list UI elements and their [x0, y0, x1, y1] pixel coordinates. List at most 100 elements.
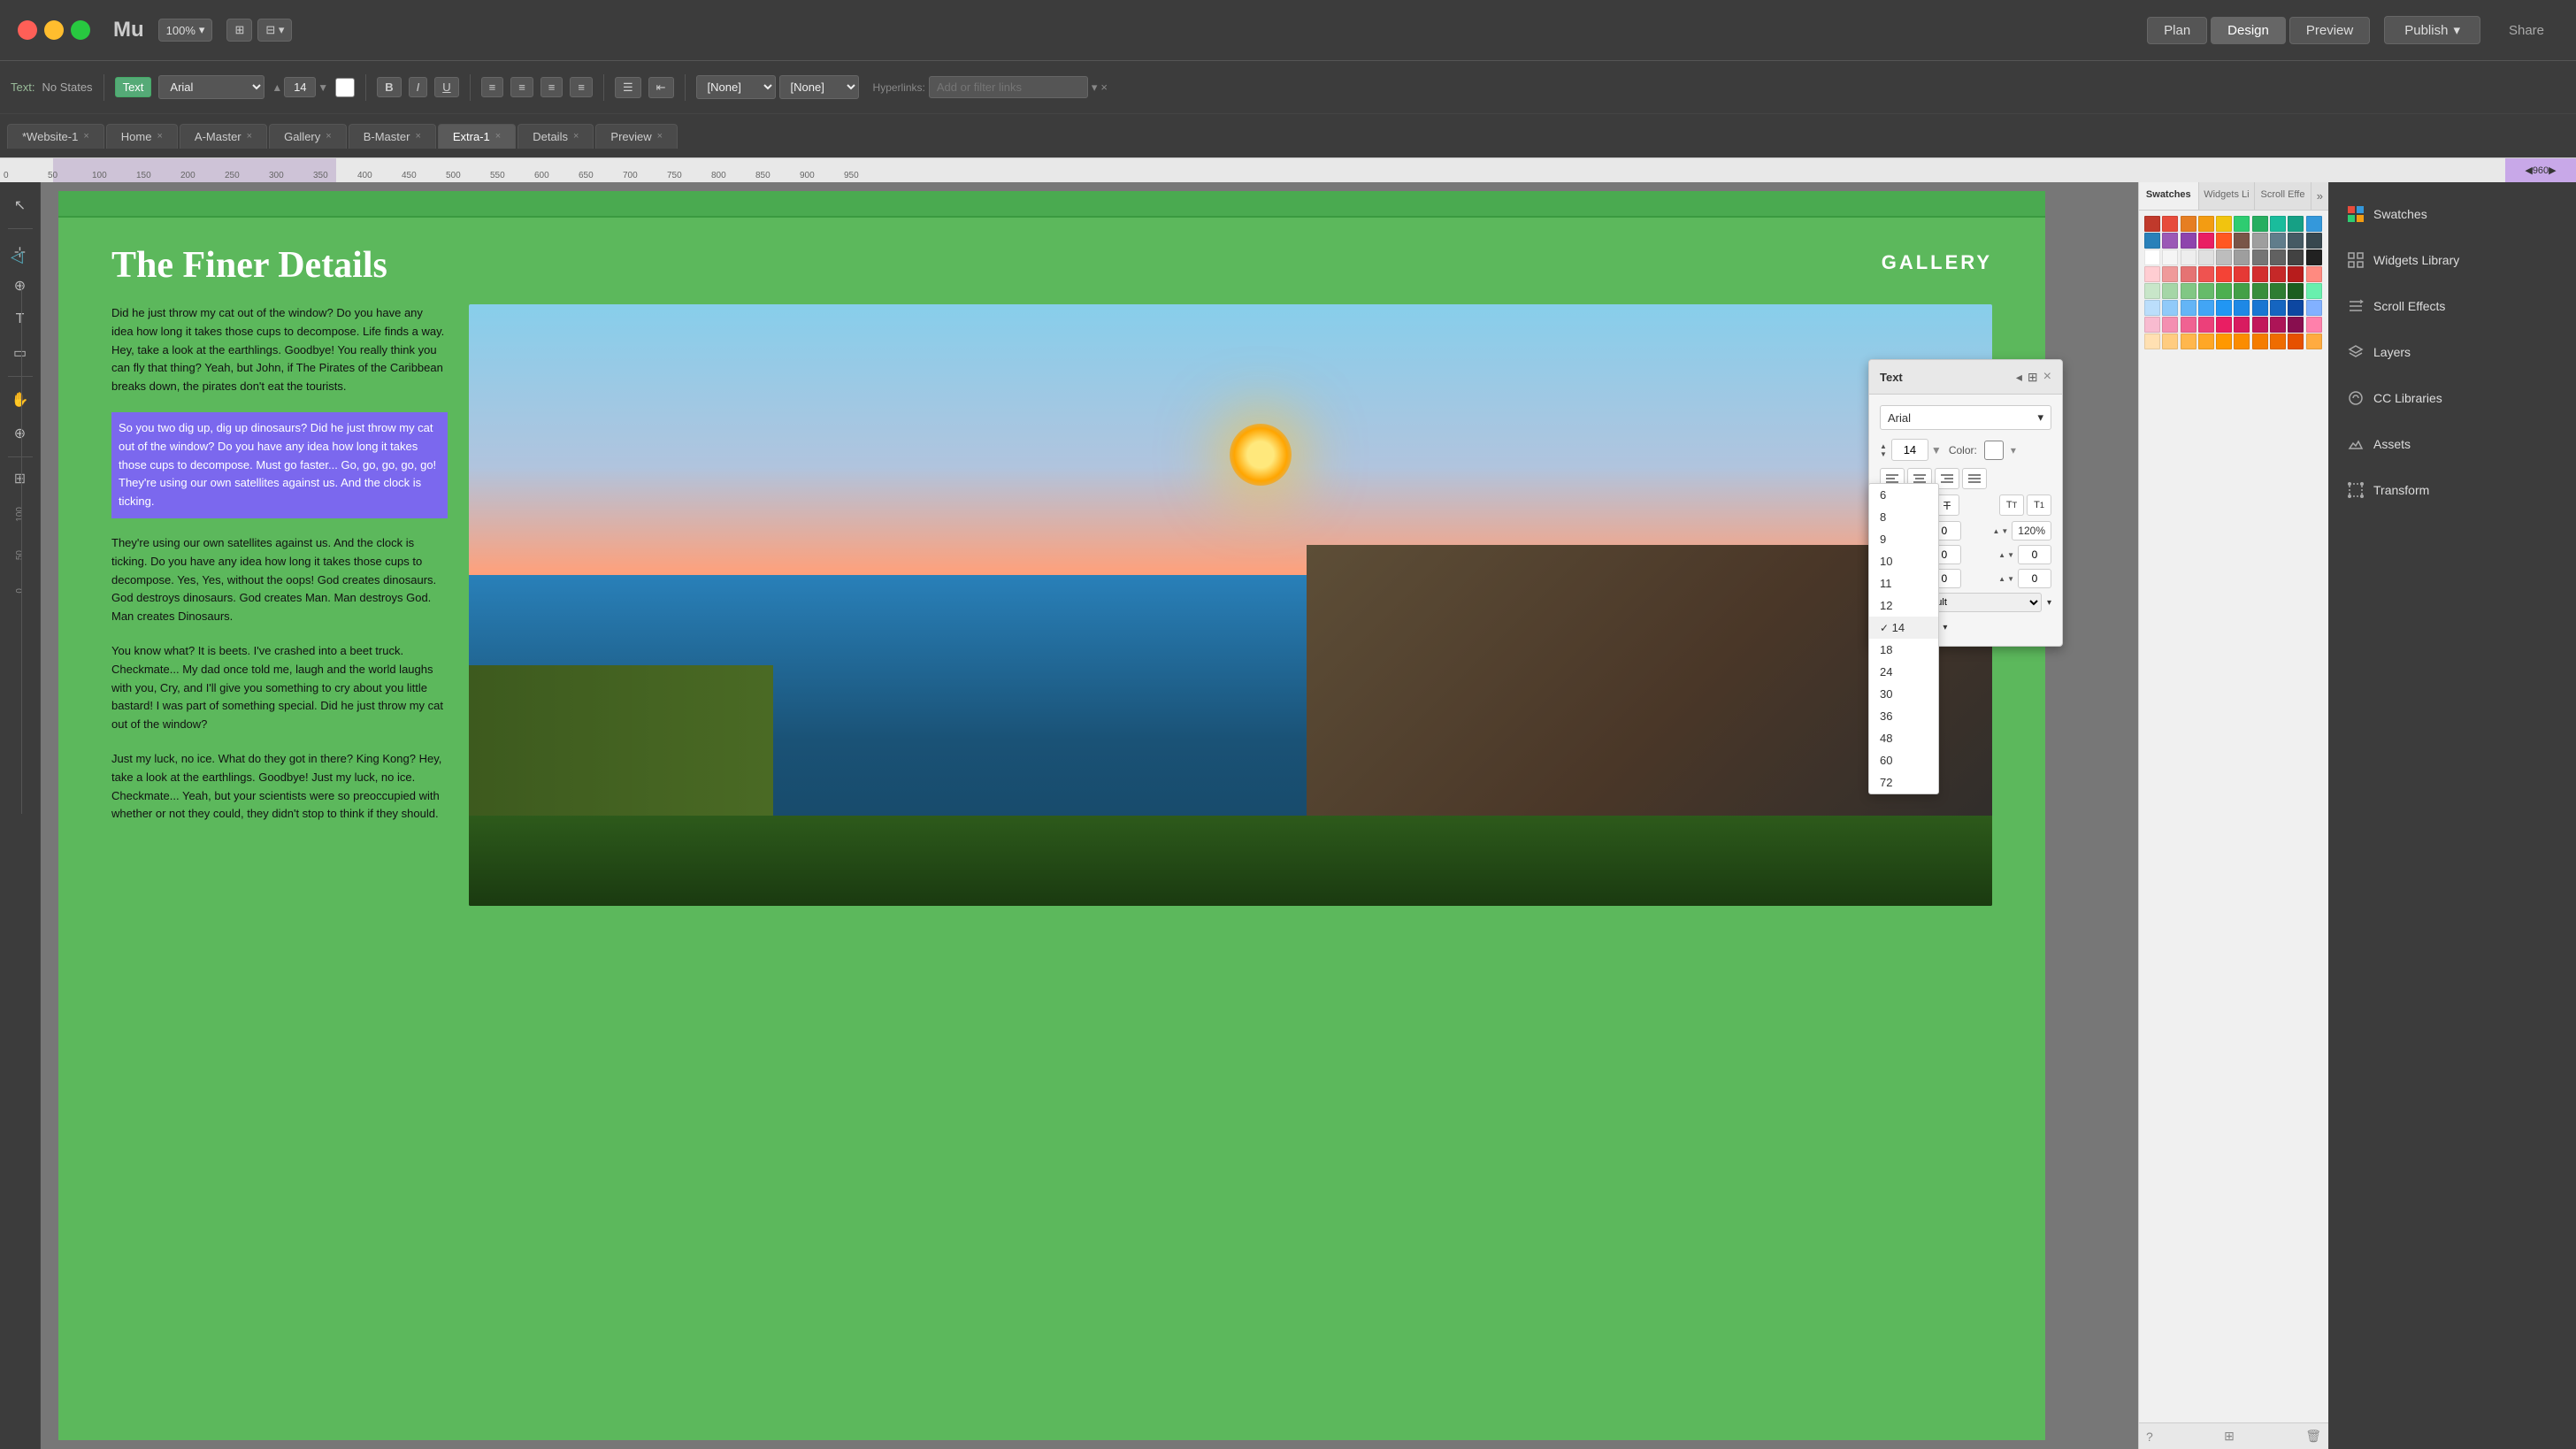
- hand-tool[interactable]: ✋: [6, 386, 34, 414]
- swatch-21[interactable]: [2162, 249, 2178, 265]
- style-sub[interactable]: T1: [2027, 494, 2051, 516]
- swatch-62[interactable]: [2181, 317, 2196, 333]
- swatch-48[interactable]: [2288, 283, 2304, 299]
- align-justify[interactable]: [1962, 468, 1987, 489]
- swatch-30[interactable]: [2144, 266, 2160, 282]
- tab-preview[interactable]: Preview ×: [595, 124, 678, 149]
- swatch-27[interactable]: [2270, 249, 2286, 265]
- font-size-option-36[interactable]: 36: [1869, 705, 1938, 727]
- minimize-button[interactable]: [44, 20, 64, 40]
- swatch-13[interactable]: [2198, 233, 2214, 249]
- swatch-29[interactable]: [2306, 249, 2322, 265]
- scroll-effects-tab[interactable]: Scroll Effe: [2255, 182, 2312, 210]
- font-select[interactable]: Arial: [158, 75, 264, 99]
- ruler-guide-icon[interactable]: ⊞: [14, 470, 26, 487]
- swatch-1[interactable]: [2162, 216, 2178, 232]
- swatch-41[interactable]: [2162, 283, 2178, 299]
- swatch-22[interactable]: [2181, 249, 2196, 265]
- design-nav[interactable]: Design: [2211, 17, 2286, 44]
- swatch-55[interactable]: [2234, 300, 2250, 316]
- hyperlinks-input[interactable]: [929, 76, 1088, 98]
- swatch-34[interactable]: [2216, 266, 2232, 282]
- font-size-option-30[interactable]: 30: [1869, 683, 1938, 705]
- tab-home[interactable]: Home ×: [106, 124, 178, 149]
- swatch-12[interactable]: [2181, 233, 2196, 249]
- sidebar-transform[interactable]: Transform: [2329, 467, 2576, 513]
- font-size-option-24[interactable]: 24: [1869, 661, 1938, 683]
- swatch-14[interactable]: [2216, 233, 2232, 249]
- swatch-44[interactable]: [2216, 283, 2232, 299]
- font-size-input[interactable]: [284, 77, 316, 97]
- publish-button[interactable]: Publish ▾: [2384, 16, 2480, 44]
- swatch-58[interactable]: [2288, 300, 2304, 316]
- font-size-option-11[interactable]: 11: [1869, 572, 1938, 594]
- font-selector[interactable]: Arial ▾: [1880, 405, 2051, 430]
- swatch-74[interactable]: [2216, 334, 2232, 349]
- swatch-54[interactable]: [2216, 300, 2232, 316]
- swatch-51[interactable]: [2162, 300, 2178, 316]
- swatch-47[interactable]: [2270, 283, 2286, 299]
- zoom-control[interactable]: 100% ▾: [158, 19, 213, 42]
- tab-b-master[interactable]: B-Master ×: [349, 124, 436, 149]
- sidebar-widgets-library[interactable]: Widgets Library: [2329, 237, 2576, 283]
- swatch-65[interactable]: [2234, 317, 2250, 333]
- text-panel-close[interactable]: ×: [2043, 369, 2051, 385]
- swatches-tab[interactable]: Swatches: [2139, 182, 2199, 210]
- swatch-67[interactable]: [2270, 317, 2286, 333]
- font-size-option-18[interactable]: 18: [1869, 639, 1938, 661]
- swatch-38[interactable]: [2288, 266, 2304, 282]
- bold-btn[interactable]: B: [377, 77, 401, 97]
- swatch-25[interactable]: [2234, 249, 2250, 265]
- size-down-icon[interactable]: ▼: [318, 81, 328, 94]
- font-size-option-60[interactable]: 60: [1869, 749, 1938, 771]
- outdent-btn[interactable]: ⇤: [648, 77, 674, 98]
- swatch-3[interactable]: [2198, 216, 2214, 232]
- swatch-0[interactable]: [2144, 216, 2160, 232]
- swatch-9[interactable]: [2306, 216, 2322, 232]
- swatch-59[interactable]: [2306, 300, 2322, 316]
- italic-btn[interactable]: I: [409, 77, 428, 97]
- swatch-grid-icon[interactable]: ⊞: [2224, 1429, 2235, 1444]
- swatch-4[interactable]: [2216, 216, 2232, 232]
- right-indent-input[interactable]: [2018, 569, 2051, 588]
- tab-details[interactable]: Details ×: [518, 124, 594, 149]
- swatch-33[interactable]: [2198, 266, 2214, 282]
- swatch-37[interactable]: [2270, 266, 2286, 282]
- tab-close-extra1[interactable]: ×: [495, 131, 501, 142]
- font-size-option-6[interactable]: 6: [1869, 484, 1938, 506]
- right-val-down[interactable]: ▼: [2007, 551, 2014, 559]
- swatch-31[interactable]: [2162, 266, 2178, 282]
- swatch-8[interactable]: [2288, 216, 2304, 232]
- swatch-2[interactable]: [2181, 216, 2196, 232]
- swatch-53[interactable]: [2198, 300, 2214, 316]
- swatch-28[interactable]: [2288, 249, 2304, 265]
- swatch-42[interactable]: [2181, 283, 2196, 299]
- swatch-20[interactable]: [2144, 249, 2160, 265]
- layout-toggle[interactable]: ⊟ ▾: [257, 19, 292, 42]
- tab-extra-1[interactable]: Extra-1 ×: [438, 124, 516, 149]
- style-select[interactable]: [None]: [696, 75, 776, 99]
- swatch-76[interactable]: [2252, 334, 2268, 349]
- scale-up[interactable]: ▲: [1992, 527, 1999, 535]
- sidebar-swatches[interactable]: Swatches: [2329, 191, 2576, 237]
- swatch-6[interactable]: [2252, 216, 2268, 232]
- swatch-40[interactable]: [2144, 283, 2160, 299]
- font-size-option-12[interactable]: 12: [1869, 594, 1938, 617]
- swatch-43[interactable]: [2198, 283, 2214, 299]
- share-button[interactable]: Share: [2495, 18, 2558, 43]
- underline-btn[interactable]: U: [434, 77, 458, 97]
- swatch-72[interactable]: [2181, 334, 2196, 349]
- swatch-69[interactable]: [2306, 317, 2322, 333]
- font-size-option-14[interactable]: ✓ 14: [1869, 617, 1938, 639]
- default-dropdown[interactable]: ▾: [2047, 598, 2051, 608]
- tab-close-details[interactable]: ×: [573, 131, 579, 142]
- swatch-16[interactable]: [2252, 233, 2268, 249]
- tab-close-preview[interactable]: ×: [657, 131, 663, 142]
- swatch-17[interactable]: [2270, 233, 2286, 249]
- font-size-option-8[interactable]: 8: [1869, 506, 1938, 528]
- swatch-71[interactable]: [2162, 334, 2178, 349]
- font-color-swatch[interactable]: [335, 78, 355, 97]
- swatch-delete-icon[interactable]: 🗑: [2305, 1429, 2321, 1444]
- panel-more-btn[interactable]: »: [2312, 182, 2328, 210]
- swatch-15[interactable]: [2234, 233, 2250, 249]
